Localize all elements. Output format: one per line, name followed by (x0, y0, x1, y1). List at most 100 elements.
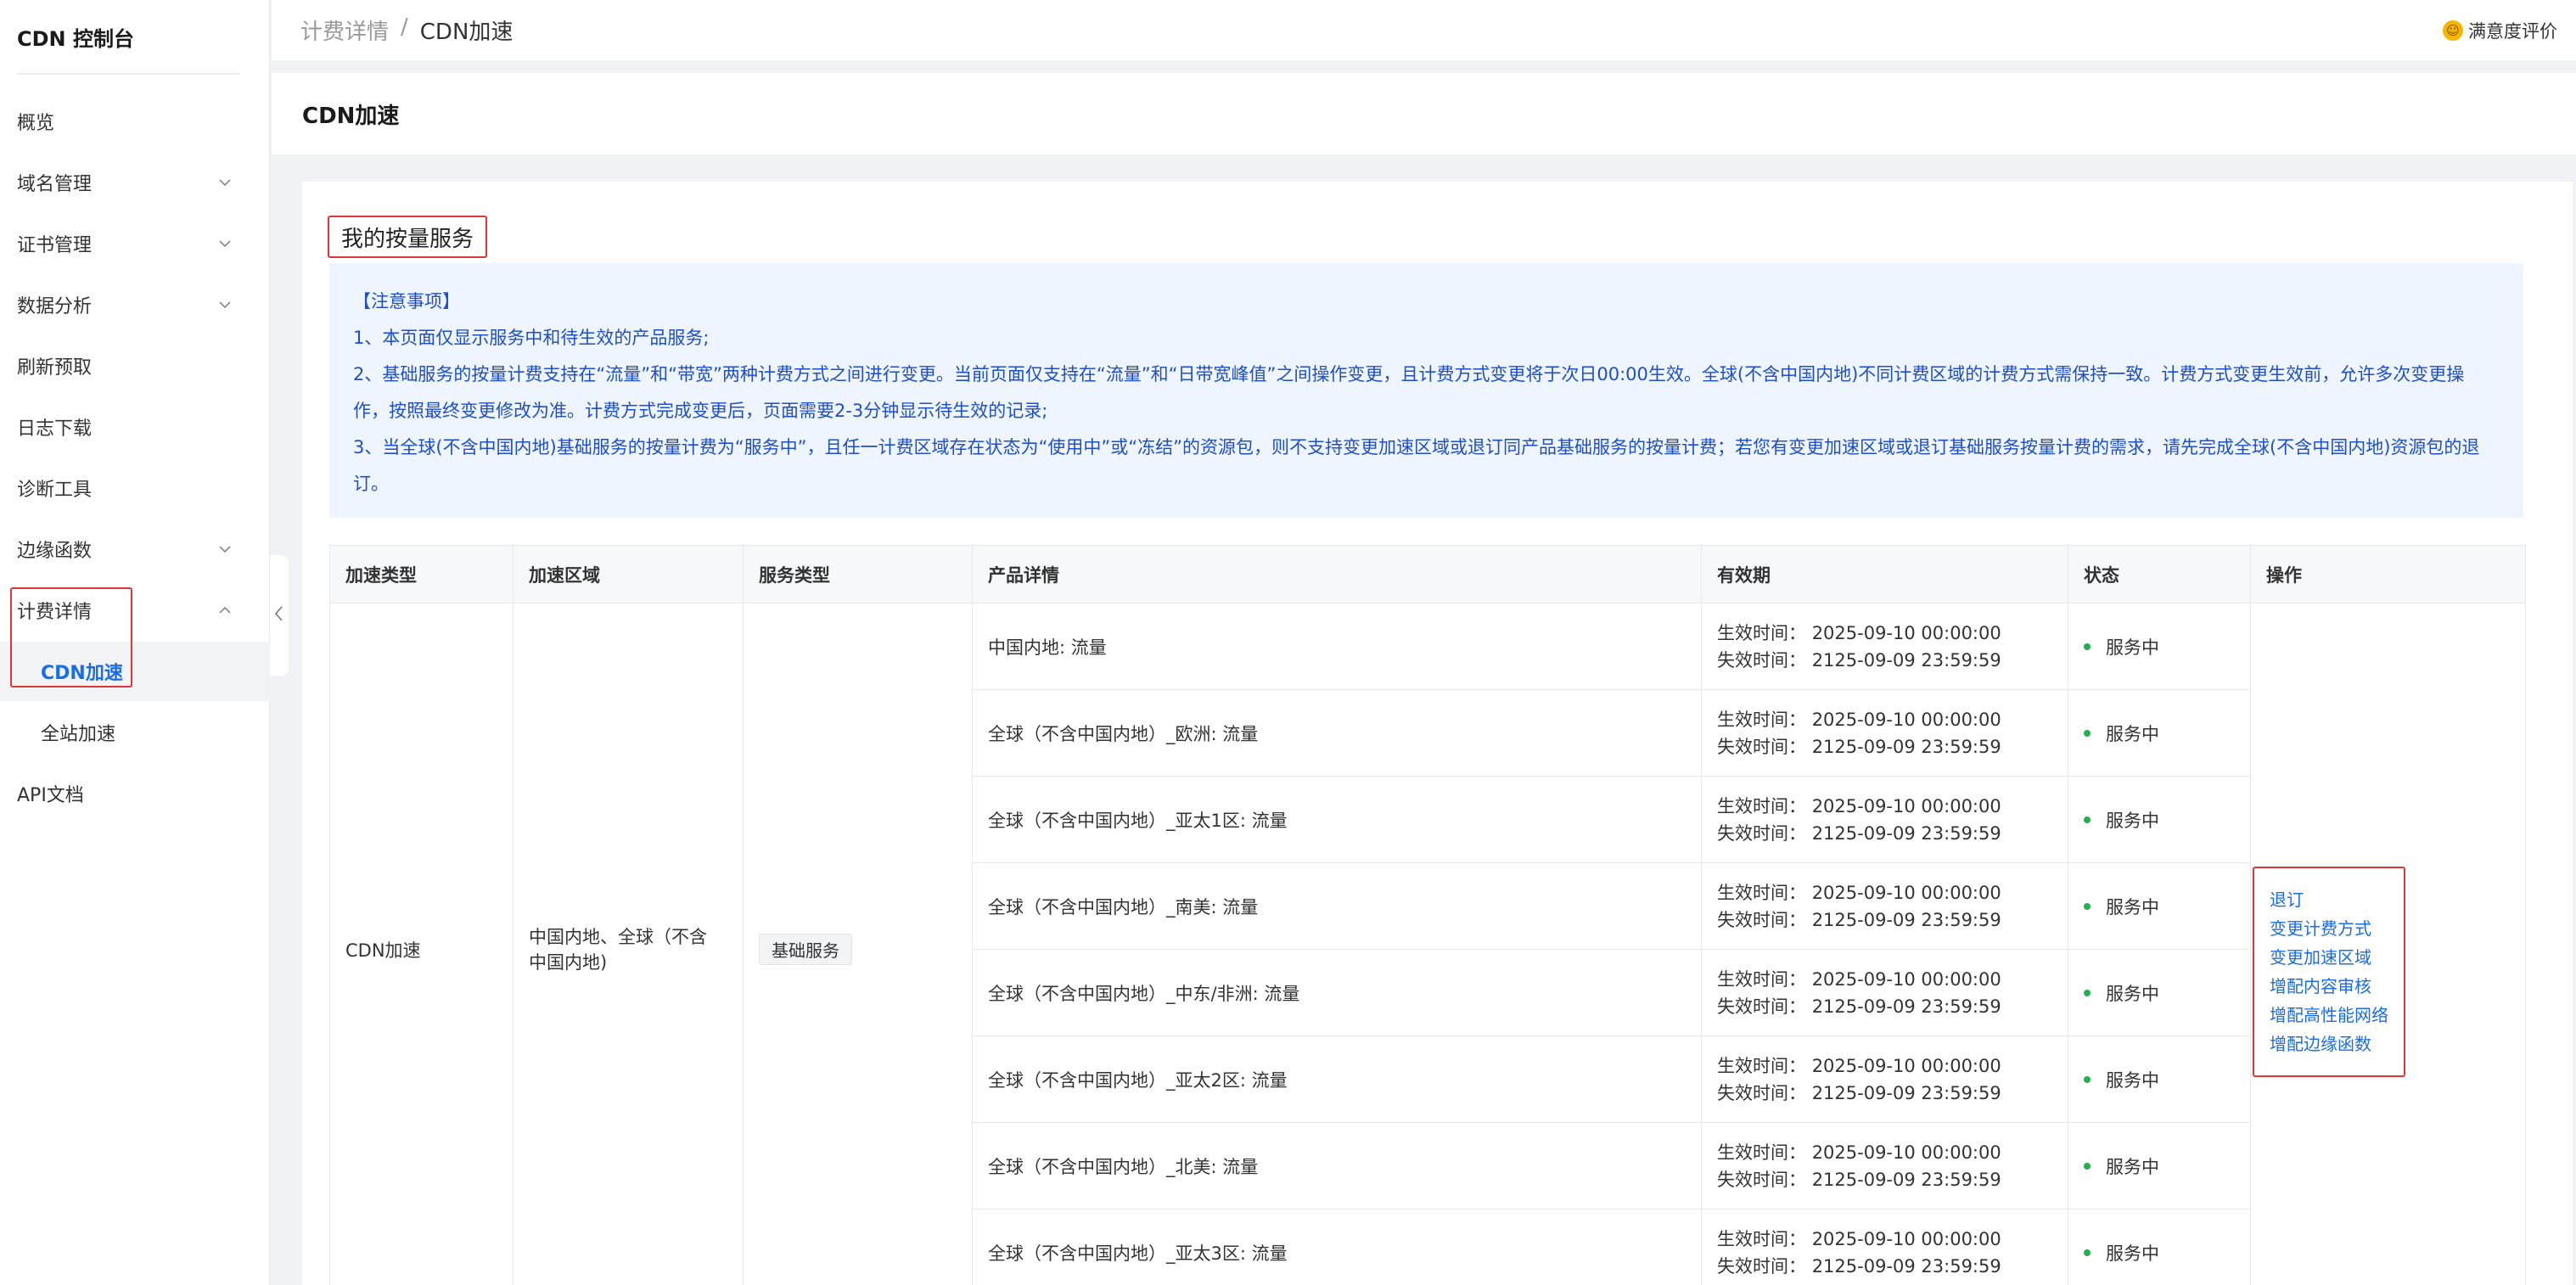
status-badge: 服务中 (2106, 896, 2159, 917)
satisfaction-link[interactable]: ☺ 满意度评价 (2443, 18, 2557, 43)
chevron-down-icon (216, 540, 234, 558)
expire-time: 2125-09-09 23:59:59 (1811, 822, 2001, 844)
expire-time: 2125-09-09 23:59:59 (1811, 1082, 2001, 1103)
effective-time: 2025-09-10 00:00:00 (1811, 795, 2001, 816)
accel-region: 中国内地、全球（不含中国内地) (529, 926, 707, 973)
table-row: CDN加速 中国内地、全球（不含中国内地) 基础服务 中国内地: 流量 生效时间… (329, 603, 2526, 1285)
sidebar-item-analytics[interactable]: 数据分析 (0, 275, 270, 334)
breadcrumb-current: CDN加速 (419, 20, 514, 45)
notice-line: 3、当全球(不含中国内地)基础服务的按量计费为“服务中”，且任一计费区域存在状态… (353, 437, 2480, 494)
effective-label: 生效时间： (1717, 968, 1806, 990)
sidebar-subitem-cdn[interactable]: CDN加速 (0, 642, 270, 701)
sidebar-item-label: 数据分析 (17, 296, 93, 317)
status-dot-icon (2084, 729, 2091, 737)
expire-time: 2125-09-09 23:59:59 (1811, 649, 2001, 671)
actions-panel: 退订 变更计费方式 变更加速区域 增配内容审核 增配高性能网络 增配边缘函数 (2253, 867, 2405, 1077)
status-dot-icon (2084, 816, 2091, 823)
status-dot-icon (2084, 1075, 2091, 1083)
sidebar-item-logs[interactable]: 日志下载 (0, 397, 270, 457)
status-badge: 服务中 (2106, 1069, 2159, 1091)
cell-accel-type: CDN加速 (329, 603, 514, 1285)
status-badge: 服务中 (2106, 1243, 2159, 1264)
service-type-tag: 基础服务 (759, 934, 852, 965)
effective-time: 2025-09-10 00:00:00 (1811, 1055, 2001, 1076)
sidebar-item-domain[interactable]: 域名管理 (0, 153, 270, 212)
status-dot-icon (2084, 989, 2091, 996)
breadcrumb-parent[interactable]: 计费详情 (300, 14, 389, 46)
cell-actions: 退订 变更计费方式 变更加速区域 增配内容审核 增配高性能网络 增配边缘函数 (2250, 603, 2526, 1285)
expire-label: 失效时间： (1717, 736, 1806, 757)
cell-accel-region: 中国内地、全球（不含中国内地) (513, 603, 744, 1285)
status-dot-icon (2084, 1162, 2091, 1170)
sidebar-item-cert[interactable]: 证书管理 (0, 214, 270, 273)
status-cell: 服务中 (2068, 1035, 2251, 1123)
status-cell: 服务中 (2068, 689, 2251, 777)
change-billing-link[interactable]: 变更计费方式 (2270, 914, 2388, 943)
sidebar-item-refresh[interactable]: 刷新预取 (0, 336, 270, 396)
status-badge: 服务中 (2106, 637, 2159, 658)
product-detail: 中国内地: 流量 (972, 603, 1702, 690)
effective-label: 生效时间： (1717, 622, 1806, 643)
sidebar-item-edge-functions[interactable]: 边缘函数 (0, 519, 270, 579)
effective-label: 生效时间： (1717, 795, 1806, 816)
expire-label: 失效时间： (1717, 909, 1806, 930)
notice-heading: 【注意事项】 (353, 291, 460, 311)
sidebar-item-label: 计费详情 (17, 602, 93, 623)
status-badge: 服务中 (2106, 983, 2159, 1004)
column-header: 状态 (2068, 545, 2251, 603)
column-header: 产品详情 (972, 545, 1702, 603)
add-content-audit-link[interactable]: 增配内容审核 (2270, 972, 2388, 1001)
sidebar-item-label: 概览 (17, 113, 55, 134)
product-detail: 全球（不含中国内地）_南美: 流量 (972, 862, 1702, 950)
sidebar-item-overview[interactable]: 概览 (0, 92, 270, 151)
validity-cell: 生效时间： 2025-09-10 00:00:00 失效时间： 2125-09-0… (1701, 949, 2068, 1036)
effective-label: 生效时间： (1717, 1055, 1806, 1076)
page-header: CDN加速 (272, 73, 2576, 154)
sidebar-item-label: 边缘函数 (17, 541, 93, 562)
breadcrumb-separator: / (401, 14, 408, 40)
validity-cell: 生效时间： 2025-09-10 00:00:00 失效时间： 2125-09-0… (1701, 1035, 2068, 1123)
console-brand: CDN 控制台 (17, 0, 240, 75)
smile-icon: ☺ (2443, 20, 2463, 41)
expire-label: 失效时间： (1717, 1255, 1806, 1277)
sidebar-item-label: 日志下载 (17, 418, 93, 440)
notice-panel: 【注意事项】 1、本页面仅显示服务中和待生效的产品服务; 2、基础服务的按量计费… (329, 263, 2523, 518)
sidebar-item-api-docs[interactable]: API文档 (0, 764, 270, 823)
table-header-row: 加速类型 加速区域 服务类型 产品详情 有效期 状态 操作 (329, 545, 2526, 603)
sidebar-item-billing[interactable]: 计费详情 (0, 581, 270, 640)
sidebar-collapse-handle[interactable] (270, 555, 289, 676)
effective-label: 生效时间： (1717, 1228, 1806, 1249)
status-cell: 服务中 (2068, 603, 2251, 690)
sidebar-item-label: 诊断工具 (17, 480, 93, 501)
sidebar: CDN 控制台 概览 域名管理 证书管理 数据分析 刷新预取 日志下载 诊断工具… (0, 0, 270, 1285)
app: CDN 控制台 概览 域名管理 证书管理 数据分析 刷新预取 日志下载 诊断工具… (0, 0, 2576, 1285)
column-header: 操作 (2250, 545, 2526, 603)
validity-cell: 生效时间： 2025-09-10 00:00:00 失效时间： 2125-09-0… (1701, 862, 2068, 950)
chevron-left-icon (272, 603, 286, 628)
effective-time: 2025-09-10 00:00:00 (1811, 1228, 2001, 1249)
notice-line: 2、基础服务的按量计费支持在“流量”和“带宽”两种计费方式之间进行变更。当前页面… (353, 364, 2465, 421)
sidebar-subitem-site[interactable]: 全站加速 (0, 703, 270, 762)
add-high-perf-network-link[interactable]: 增配高性能网络 (2270, 1001, 2388, 1030)
effective-time: 2025-09-10 00:00:00 (1811, 882, 2001, 903)
product-detail: 全球（不含中国内地）_中东/非洲: 流量 (972, 949, 1702, 1036)
validity-cell: 生效时间： 2025-09-10 00:00:00 失效时间： 2125-09-0… (1701, 603, 2068, 690)
product-detail: 全球（不含中国内地）_亚太1区: 流量 (972, 776, 1702, 863)
expire-time: 2125-09-09 23:59:59 (1811, 909, 2001, 930)
section-title: 我的按量服务 (328, 216, 487, 258)
sidebar-item-label: API文档 (17, 785, 84, 806)
effective-time: 2025-09-10 00:00:00 (1811, 709, 2001, 730)
add-edge-function-link[interactable]: 增配边缘函数 (2270, 1030, 2388, 1058)
status-badge: 服务中 (2106, 810, 2159, 831)
expire-label: 失效时间： (1717, 1082, 1806, 1103)
validity-cell: 生效时间： 2025-09-10 00:00:00 失效时间： 2125-09-0… (1701, 1209, 2068, 1285)
product-detail: 全球（不含中国内地）_亚太2区: 流量 (972, 1035, 1702, 1123)
sidebar-item-label: 刷新预取 (17, 357, 93, 379)
unsubscribe-link[interactable]: 退订 (2270, 885, 2388, 914)
sidebar-item-diagnostics[interactable]: 诊断工具 (0, 458, 270, 518)
cell-service-type: 基础服务 (743, 603, 973, 1285)
change-region-link[interactable]: 变更加速区域 (2270, 943, 2388, 972)
expire-time: 2125-09-09 23:59:59 (1811, 736, 2001, 757)
top-bar: 计费详情 / CDN加速 ☺ 满意度评价 (272, 0, 2576, 61)
status-badge: 服务中 (2106, 723, 2159, 744)
